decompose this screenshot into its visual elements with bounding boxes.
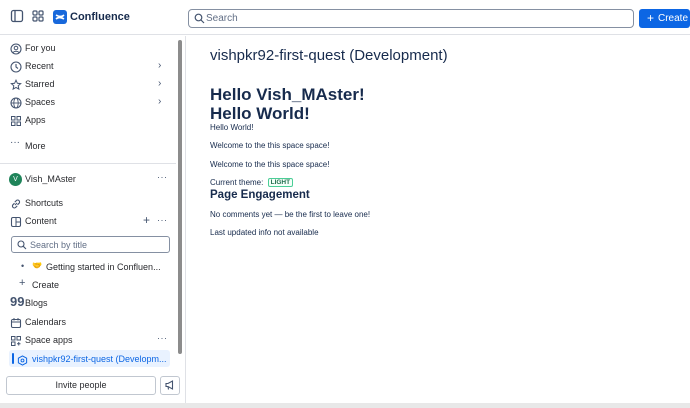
sidebar-item-calendars[interactable]: Calendars (0, 313, 176, 331)
add-content-icon[interactable]: + (143, 213, 150, 227)
space-owner-name: Vish_MAster (25, 174, 76, 184)
more-dots-icon: ··· (10, 137, 20, 148)
globe-icon (10, 96, 22, 109)
search-by-title-placeholder: Search by title (30, 240, 88, 250)
quote-icon: 99 (10, 294, 25, 309)
sidebar-item-label: Recent (25, 61, 54, 71)
sidebar-item-label: Spaces (25, 97, 56, 107)
page-engagement-heading: Page Engagement (210, 189, 310, 201)
paragraph-welcome: Welcome to the this space space! (210, 141, 330, 150)
paragraph-hello-world: Hello World! (210, 123, 254, 132)
search-placeholder: Search (206, 13, 238, 24)
sidebar-item-label: Starred (25, 79, 55, 89)
last-updated-text: Last updated info not available (210, 228, 319, 237)
link-icon (10, 197, 22, 209)
sidebar-item-label: Apps (25, 115, 46, 125)
heading-hello-world: Hello World! (210, 104, 310, 123)
create-label: Create (658, 13, 689, 24)
search-input[interactable]: Search (188, 9, 634, 28)
page-title: vishpkr92-first-quest (Development) (210, 47, 448, 64)
sidebar: For you Recent › Starred › Spaces › Apps… (0, 36, 186, 408)
os-taskbar (0, 403, 690, 408)
feedback-button[interactable] (160, 376, 180, 395)
sidebar-toggle-icon[interactable] (10, 9, 26, 25)
sidebar-item-label: For you (25, 43, 56, 53)
sidebar-item-more[interactable]: ··· More (0, 137, 176, 155)
tree-item-create[interactable]: + Create (0, 276, 176, 294)
sidebar-item-shortcuts[interactable]: Shortcuts (0, 194, 176, 212)
user-circle-icon (10, 42, 22, 55)
space-apps-more-icon[interactable]: ··· (157, 333, 168, 343)
sidebar-item-recent[interactable]: Recent › (0, 57, 176, 75)
theme-badge: LIGHT (267, 178, 294, 187)
invite-people-button[interactable]: Invite people (6, 376, 156, 395)
space-apps-icon (10, 334, 22, 346)
heading-hello-user: Hello Vish_MAster! (210, 85, 365, 104)
tree-item-label: Create (32, 280, 60, 290)
sidebar-scroll-thumb[interactable] (178, 40, 182, 354)
sidebar-item-label: Calendars (25, 317, 67, 327)
app-hexagon-icon (17, 353, 29, 366)
handshake-icon: 🤝 (32, 261, 42, 270)
sidebar-item-space-apps[interactable]: Space apps (0, 331, 176, 349)
apps-grid-icon (10, 114, 22, 126)
sidebar-item-spaces[interactable]: Spaces › (0, 93, 176, 111)
chevron-right-icon[interactable]: › (158, 96, 161, 107)
app-switcher-icon[interactable] (31, 9, 47, 25)
sidebar-item-label: Blogs (25, 298, 48, 308)
bullet-icon: • (21, 261, 25, 271)
star-icon (10, 78, 22, 91)
top-bar: Confluence Search + Create (0, 0, 690, 35)
tree-item-label: Getting started in Confluen... (46, 262, 161, 272)
confluence-logo-icon[interactable] (53, 10, 67, 24)
tree-item-getting-started[interactable]: • 🤝 Getting started in Confluen... (0, 258, 176, 276)
search-by-title-input[interactable]: Search by title (11, 236, 170, 253)
content-icon (10, 215, 22, 228)
plus-icon: + (19, 277, 26, 289)
sidebar-item-label: Shortcuts (25, 198, 64, 208)
sidebar-item-label: More (25, 141, 46, 151)
clock-icon (10, 60, 22, 73)
comments-text: No comments yet — be the first to leave … (210, 210, 371, 219)
content-more-actions-icon[interactable]: ··· (157, 215, 168, 225)
sidebar-item-label: Content (25, 216, 57, 226)
plus-icon: + (647, 11, 655, 25)
search-icon (194, 13, 205, 24)
theme-label: Current theme: (210, 178, 264, 187)
sidebar-item-starred[interactable]: Starred › (0, 75, 176, 93)
sidebar-divider (0, 163, 176, 164)
sidebar-item-label: vishpkr92-first-quest (Developm... (32, 354, 167, 364)
space-more-actions-icon[interactable]: ··· (157, 172, 168, 182)
sidebar-item-blogs[interactable]: 99 Blogs (0, 294, 176, 312)
main-content: vishpkr92-first-quest (Development) Hell… (187, 36, 690, 408)
sidebar-space-header[interactable]: Vish_MAster (0, 170, 176, 188)
sidebar-item-label: Space apps (25, 335, 73, 345)
create-button[interactable]: + Create (639, 9, 690, 28)
sidebar-item-apps[interactable]: Apps (0, 111, 176, 129)
app-name[interactable]: Confluence (70, 11, 130, 23)
chevron-right-icon[interactable]: › (158, 78, 161, 89)
sidebar-item-for-you[interactable]: For you (0, 39, 176, 57)
chevron-right-icon[interactable]: › (158, 60, 161, 71)
search-icon (17, 240, 27, 250)
megaphone-icon (165, 380, 174, 390)
calendar-icon (10, 316, 22, 329)
theme-line: Current theme: LIGHT (210, 178, 294, 187)
sidebar-item-first-quest[interactable]: vishpkr92-first-quest (Developm... (0, 350, 176, 368)
paragraph-welcome-repeat: Welcome to the this space space! (210, 160, 330, 169)
